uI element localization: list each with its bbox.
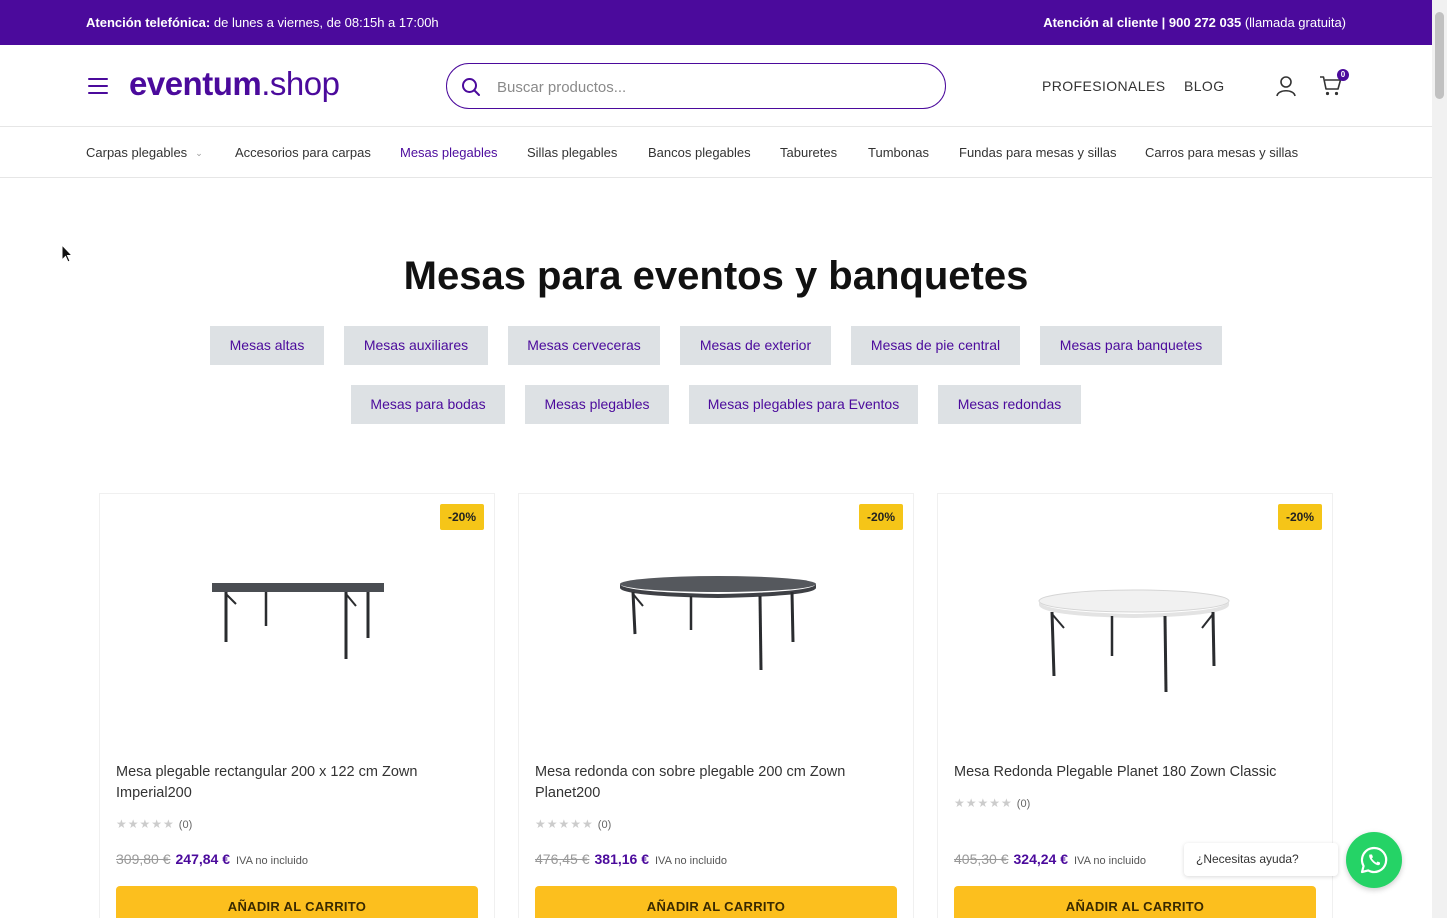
category-mesas-plegables[interactable]: Mesas plegables: [400, 145, 498, 160]
chip-mesas-redondas[interactable]: Mesas redondas: [938, 385, 1081, 424]
product-name[interactable]: Mesa plegable rectangular 200 x 122 cm Z…: [116, 762, 476, 804]
page-title: Mesas para eventos y banquetes: [403, 254, 1029, 298]
category-sillas-plegables[interactable]: Sillas plegables: [527, 145, 617, 160]
user-icon[interactable]: [1275, 75, 1297, 97]
category-nav: Carpas plegables ⌄ Accesorios para carpas…: [0, 127, 1432, 178]
rating-stars: ★★★★★ (0): [116, 817, 193, 831]
customer-service-phone[interactable]: Atención al cliente | 900 272 035: [1043, 15, 1241, 30]
menu-icon[interactable]: [88, 78, 108, 94]
category-carros[interactable]: Carros para mesas y sillas: [1145, 145, 1298, 160]
sale-price: 324,24 €: [1013, 851, 1069, 867]
search-input[interactable]: [497, 74, 927, 100]
category-tumbonas[interactable]: Tumbonas: [868, 145, 929, 160]
old-price: 309,80 €: [116, 851, 171, 867]
phone-hours: Atención telefónica: de lunes a viernes,…: [86, 15, 439, 30]
rating-stars: ★★★★★ (0): [535, 817, 612, 831]
product-image[interactable]: [519, 534, 915, 754]
page-scrollbar[interactable]: [1432, 0, 1447, 918]
add-to-cart-button[interactable]: AÑADIR AL CARRITO: [535, 886, 897, 918]
category-taburetes[interactable]: Taburetes: [780, 145, 837, 160]
search-bar: [446, 63, 946, 109]
product-price: 309,80 €247,84 € IVA no incluido: [116, 851, 308, 867]
logo[interactable]: eventum.shop: [129, 65, 340, 103]
chip-mesas-auxiliares[interactable]: Mesas auxiliares: [344, 326, 488, 365]
chip-mesas-plegables-eventos[interactable]: Mesas plegables para Eventos: [689, 385, 918, 424]
vat-note: IVA no incluido: [1074, 855, 1146, 867]
add-to-cart-button[interactable]: AÑADIR AL CARRITO: [954, 886, 1316, 918]
nav-blog[interactable]: BLOG: [1184, 78, 1225, 94]
sale-price: 247,84 €: [175, 851, 231, 867]
add-to-cart-button[interactable]: AÑADIR AL CARRITO: [116, 886, 478, 918]
chip-mesas-bodas[interactable]: Mesas para bodas: [351, 385, 505, 424]
chip-mesas-plegables[interactable]: Mesas plegables: [525, 385, 669, 424]
product-image[interactable]: [938, 534, 1334, 754]
phone-hours-label: Atención telefónica:: [86, 15, 211, 30]
product-card[interactable]: -20% Mesa plegable rectangular 200 x 122…: [99, 493, 495, 918]
chip-mesas-banquetes[interactable]: Mesas para banquetes: [1040, 326, 1222, 365]
help-tooltip[interactable]: ¿Necesitas ayuda?: [1184, 843, 1338, 876]
category-carpas-plegables[interactable]: Carpas plegables ⌄: [86, 145, 203, 160]
product-price: 476,45 €381,16 € IVA no incluido: [535, 851, 727, 867]
product-image[interactable]: [100, 534, 496, 754]
category-accesorios-carpas[interactable]: Accesorios para carpas: [235, 145, 371, 160]
scrollbar-thumb[interactable]: [1435, 12, 1444, 99]
vat-note: IVA no incluido: [236, 855, 308, 867]
old-price: 405,30 €: [954, 851, 1009, 867]
vat-note: IVA no incluido: [655, 855, 727, 867]
whatsapp-button[interactable]: [1346, 832, 1402, 888]
chip-mesas-pie-central[interactable]: Mesas de pie central: [851, 326, 1020, 365]
category-bancos-plegables[interactable]: Bancos plegables: [648, 145, 751, 160]
sale-price: 381,16 €: [594, 851, 650, 867]
phone-hours-text: de lunes a viernes, de 08:15h a 17:00h: [213, 15, 439, 30]
discount-badge: -20%: [439, 504, 484, 530]
chip-mesas-cerveceras[interactable]: Mesas cerveceras: [508, 326, 660, 365]
top-info-bar: Atención telefónica: de lunes a viernes,…: [0, 0, 1432, 45]
product-name[interactable]: Mesa redonda con sobre plegable 200 cm Z…: [535, 762, 895, 804]
main-header: eventum.shop PROFESIONALES BLOG 0: [0, 45, 1432, 127]
category-fundas[interactable]: Fundas para mesas y sillas: [959, 145, 1117, 160]
product-name[interactable]: Mesa Redonda Plegable Planet 180 Zown Cl…: [954, 762, 1314, 783]
product-price: 405,30 €324,24 € IVA no incluido: [954, 851, 1146, 867]
customer-service: Atención al cliente | 900 272 035 (llama…: [1043, 15, 1346, 30]
product-card[interactable]: -20% Mesa redonda con sobre plegable 200…: [518, 493, 914, 918]
nav-professionals[interactable]: PROFESIONALES: [1042, 78, 1165, 94]
chevron-down-icon: ⌄: [195, 148, 203, 158]
old-price: 476,45 €: [535, 851, 590, 867]
chip-mesas-altas[interactable]: Mesas altas: [210, 326, 324, 365]
customer-service-note: (llamada gratuita): [1244, 15, 1346, 30]
chip-mesas-exterior[interactable]: Mesas de exterior: [680, 326, 831, 365]
cart-count-badge: 0: [1337, 69, 1349, 81]
discount-badge: -20%: [1277, 504, 1322, 530]
whatsapp-icon: [1360, 846, 1388, 874]
rating-stars: ★★★★★ (0): [954, 796, 1031, 810]
search-icon[interactable]: [461, 77, 481, 97]
discount-badge: -20%: [858, 504, 903, 530]
